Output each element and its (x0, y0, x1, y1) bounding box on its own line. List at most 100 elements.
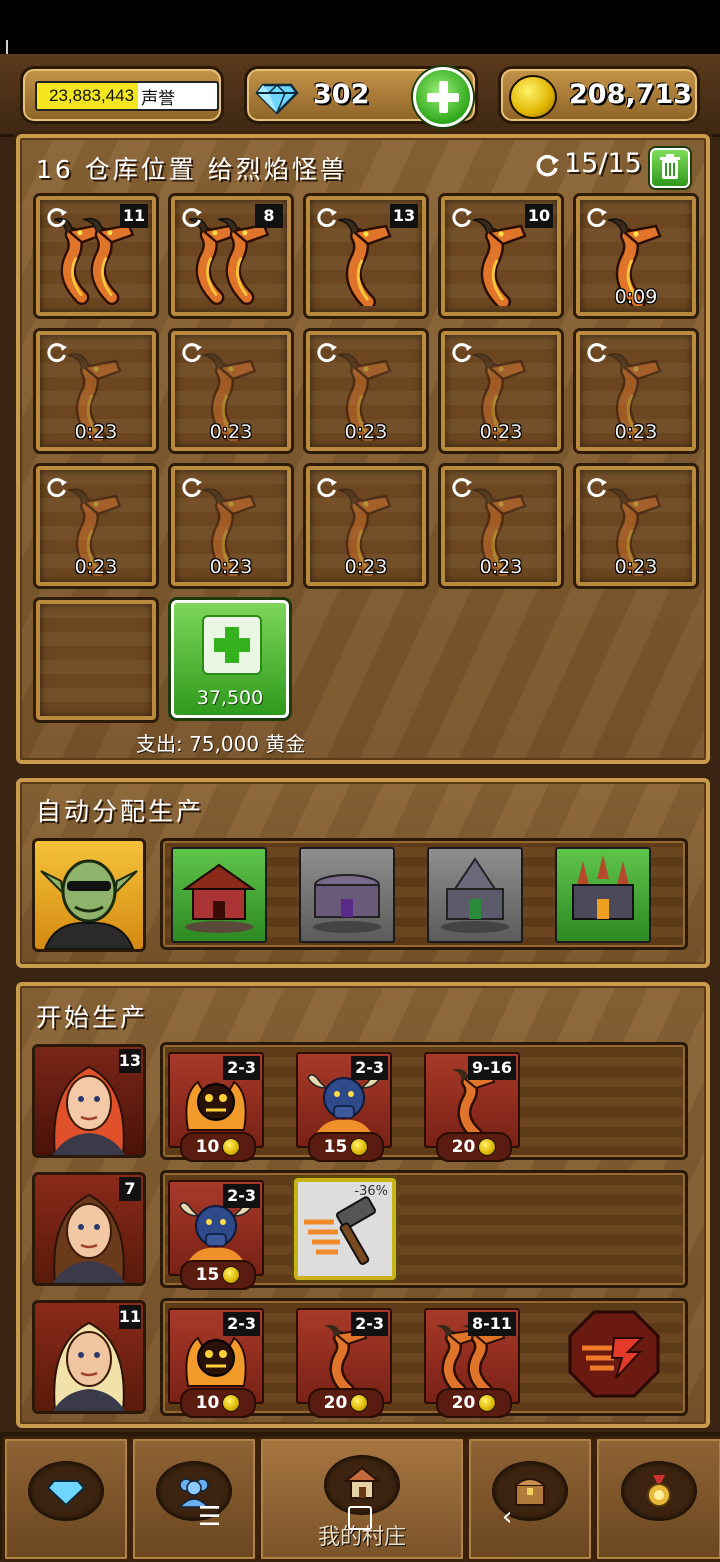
refresh-icon (452, 208, 472, 228)
buy-storage-slot-button[interactable]: 37,500 (171, 600, 289, 718)
unit-cost-value: 20 (451, 1137, 476, 1157)
temple-building-icon (441, 857, 509, 933)
nav-tab-chest[interactable] (466, 1436, 594, 1562)
trash-button[interactable] (650, 148, 690, 188)
unit-cost-value: 10 (195, 1137, 220, 1157)
system-home-icon[interactable] (348, 1506, 372, 1530)
reputation-bar: 23,883,443 声誉 (35, 81, 219, 111)
system-back-icon[interactable]: ‹ (502, 1502, 512, 1532)
produce-unit-button[interactable]: 2-3 10 (168, 1052, 264, 1162)
add-slot-price: 37,500 (196, 687, 264, 709)
unit-yield-range: 2-3 (223, 1312, 260, 1336)
production-panel: 开始生产 13 2-3 10 2-3 15 9-16 20 7 2-3 15 -36% 11 2-3… (16, 982, 710, 1428)
unit-yield-range: 9-16 (467, 1056, 516, 1080)
gold-coin-icon (478, 1394, 497, 1412)
hero-level-badge: 7 (119, 1177, 141, 1201)
storage-expense: 支出: 75,000 黄金 (136, 732, 306, 756)
treasure-chest-icon (515, 1478, 545, 1506)
building-slot-colosseum[interactable] (299, 847, 395, 943)
slot-timer: 0:23 (614, 556, 658, 578)
storage-slot[interactable]: 13 (306, 196, 426, 316)
storage-slot[interactable]: 10 (441, 196, 561, 316)
produce-unit-button[interactable]: 9-16 20 (424, 1052, 520, 1162)
storage-slot[interactable]: 0:23 (36, 466, 156, 586)
top-resource-bar: 23,883,443 声誉 302 208,713 (0, 54, 720, 137)
gems-count: 302 (313, 79, 370, 110)
refresh-icon (317, 478, 337, 498)
storage-slot[interactable]: 0:09 (576, 196, 696, 316)
castle-building-icon (572, 855, 634, 920)
unit-cost: 10 (180, 1388, 256, 1418)
refresh-icon (182, 208, 202, 228)
nav-tab-achievements[interactable] (594, 1436, 720, 1562)
building-slot-castle[interactable] (555, 847, 651, 943)
unit-cost-value: 20 (451, 1393, 476, 1413)
slot-timer: 0:09 (614, 286, 658, 308)
slot-timer: 0:23 (344, 421, 388, 443)
gold-coin-icon (509, 75, 557, 119)
storage-title: 16 仓库位置 给烈焰怪兽 (36, 155, 348, 184)
colosseum-building-icon (313, 874, 381, 933)
building-slot-temple[interactable] (427, 847, 523, 943)
unit-yield-range: 8-11 (467, 1312, 516, 1336)
slot-count-badge: 8 (255, 204, 283, 228)
medal-icon (647, 1475, 671, 1507)
slot-count-badge: 11 (120, 204, 148, 228)
boost-percent: -36% (354, 1184, 388, 1199)
gold-coin-icon (222, 1266, 241, 1284)
storage-slot[interactable]: 0:23 (36, 331, 156, 451)
storage-slot[interactable]: 0:23 (306, 466, 426, 586)
unit-cost-value: 15 (195, 1265, 220, 1285)
slot-timer: 0:23 (479, 421, 523, 443)
refresh-icon (182, 343, 202, 363)
status-bar (0, 0, 720, 100)
hero-level-badge: 11 (118, 1305, 141, 1329)
gold-count: 208,713 (569, 79, 692, 110)
orc-manager-avatar[interactable] (32, 838, 146, 952)
pagoda-building-icon (181, 863, 257, 933)
refresh-icon (182, 478, 202, 498)
slot-timer: 0:23 (614, 421, 658, 443)
slot-timer: 0:23 (479, 556, 523, 578)
produce-unit-button[interactable]: 2-3 15 (296, 1052, 392, 1162)
storage-slot[interactable]: 0:23 (576, 331, 696, 451)
unit-yield-range: 2-3 (351, 1056, 388, 1080)
refresh-icon (317, 208, 337, 228)
produce-unit-button[interactable]: 2-3 15 (168, 1180, 264, 1290)
slot-count-badge: 10 (525, 204, 553, 228)
engineer-avatar[interactable]: 7 (32, 1172, 146, 1286)
unit-cost: 10 (180, 1132, 256, 1162)
slot-timer: 0:23 (209, 556, 253, 578)
storage-slot[interactable]: 0:23 (441, 331, 561, 451)
nav-tab-social[interactable] (130, 1436, 258, 1562)
produce-unit-button[interactable]: 2-3 20 (296, 1308, 392, 1418)
storage-slot[interactable]: 8 (171, 196, 291, 316)
empty-storage-slot[interactable] (36, 600, 156, 720)
storage-slot[interactable]: 0:23 (441, 466, 561, 586)
storage-slot[interactable]: 0:23 (171, 331, 291, 451)
storage-slot[interactable]: 0:23 (306, 331, 426, 451)
slot-timer: 0:23 (344, 556, 388, 578)
elf-warrior-avatar[interactable]: 13 (32, 1044, 146, 1158)
speed-boost-icon[interactable] (568, 1308, 660, 1400)
produce-unit-button[interactable]: 2-3 10 (168, 1308, 264, 1418)
gold-coin-icon (222, 1138, 241, 1156)
storage-slot[interactable]: 0:23 (171, 466, 291, 586)
unit-cost: 20 (436, 1388, 512, 1418)
produce-unit-button[interactable]: 8-11 20 (424, 1308, 520, 1418)
system-menu-icon[interactable]: ☰ (198, 1502, 221, 1532)
buy-gems-button[interactable] (413, 67, 473, 127)
nav-tab-shop[interactable] (2, 1436, 130, 1562)
house-icon (343, 1466, 381, 1499)
ranger-avatar[interactable]: 11 (32, 1300, 146, 1414)
reputation-panel: 23,883,443 声誉 (20, 66, 224, 124)
hammer-boost-button[interactable]: -36% (294, 1178, 396, 1280)
gold-coin-icon (222, 1394, 241, 1412)
nav-tab-village[interactable]: 我的村庄 (258, 1436, 466, 1562)
storage-slot[interactable]: 11 (36, 196, 156, 316)
unit-cost: 20 (436, 1132, 512, 1162)
storage-capacity: 15/15 (564, 148, 642, 179)
storage-slot[interactable]: 0:23 (576, 466, 696, 586)
building-slot-pagoda[interactable] (171, 847, 267, 943)
hero-level-badge: 13 (118, 1049, 141, 1073)
